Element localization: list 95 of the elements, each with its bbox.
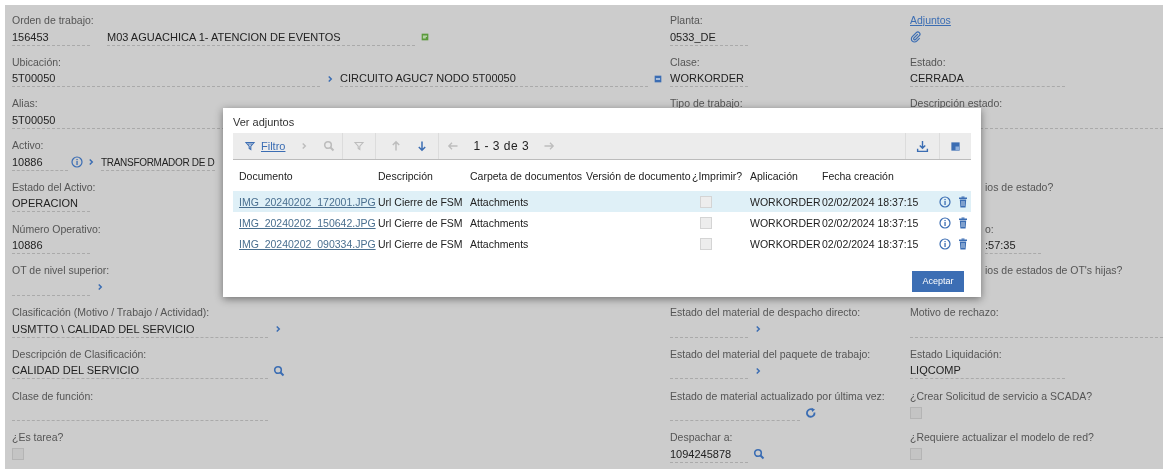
checkbox[interactable]: [910, 406, 922, 419]
field-label: Estado del material del paquete de trabajo:: [670, 346, 871, 361]
table-cell: Attachments: [470, 238, 529, 251]
checkbox[interactable]: [12, 448, 24, 461]
table-cell: Attachments: [470, 195, 529, 208]
document-icon[interactable]: [420, 32, 430, 42]
input-field[interactable]: 10886: [12, 153, 68, 171]
input-field[interactable]: 10886: [12, 237, 90, 255]
field-label: Clase de función:: [12, 388, 94, 403]
checkbox[interactable]: [700, 195, 712, 208]
field-label: ¿Es tarea?: [12, 430, 64, 445]
field-label: Despachar a:: [670, 430, 733, 445]
field-label: Estado Liquidación:: [910, 346, 1002, 361]
field-label: Motivo de rechazo:: [910, 305, 999, 320]
checkbox[interactable]: [700, 238, 712, 251]
trash-icon[interactable]: [957, 238, 969, 251]
field-label: Descripción estado:: [910, 96, 1003, 111]
column-header[interactable]: Documento: [239, 169, 293, 182]
description-field[interactable]: CIRCUITO AGUC7 NODO 5T00050: [340, 70, 648, 88]
description-field[interactable]: TRANSFORMADOR DE D: [101, 153, 215, 171]
table-cell: WORKORDER: [750, 195, 821, 208]
table-row[interactable]: IMG_20240202_172001.JPG Url Cierre de FSM Attachments WORKORDER02/02/2024 18:37:15: [233, 191, 971, 213]
column-header[interactable]: Aplicación: [750, 169, 798, 182]
arrow-down-icon[interactable]: [416, 140, 429, 152]
table-cell: Url Cierre de FSM: [378, 195, 463, 208]
input-field[interactable]: CERRADA: [910, 70, 1065, 88]
field-label: ¿Requiere actualizar el modelo de red?: [910, 430, 1094, 445]
window-icon[interactable]: [653, 73, 663, 84]
checkbox[interactable]: [910, 448, 922, 461]
document-link[interactable]: IMG_20240202_090334.JPG: [239, 238, 376, 251]
input-field[interactable]: USMTTO \ CALIDAD DEL SERVICIO: [12, 320, 268, 338]
input-field[interactable]: 1094245878: [670, 445, 748, 463]
field-label: Tipo de trabajo:: [670, 96, 743, 111]
field-label: o:: [985, 221, 994, 236]
input-field[interactable]: 156453: [12, 28, 90, 46]
column-header[interactable]: Versión de documento: [586, 169, 691, 182]
field-label: Descripción de Clasificación:: [12, 346, 147, 361]
field-label: Estado del Activo:: [12, 179, 96, 194]
table-row[interactable]: IMG_20240202_150642.JPG Url Cierre de FSM Attachments WORKORDER02/02/2024 18:37:15: [233, 212, 971, 234]
info-icon[interactable]: [939, 216, 951, 229]
column-header[interactable]: ¿Imprimir?: [692, 169, 743, 182]
info-icon[interactable]: [71, 156, 83, 169]
field-label: Estado del material de despacho directo:: [670, 305, 861, 320]
field-label: Planta:: [670, 13, 703, 27]
input-field[interactable]: WORKORDER: [670, 70, 748, 88]
filter-icon[interactable]: [244, 140, 256, 152]
table-cell: 02/02/2024 18:37:15: [822, 216, 919, 229]
search-icon[interactable]: [753, 448, 765, 461]
refresh-icon[interactable]: [805, 406, 817, 419]
field-label: ios de estados de OT's hijas?: [985, 263, 1123, 278]
table-cell: Url Cierre de FSM: [378, 216, 463, 229]
info-icon[interactable]: [939, 195, 951, 208]
table-cell: WORKORDER: [750, 216, 821, 229]
checkbox[interactable]: [700, 216, 712, 229]
field-label: ios de estado?: [985, 179, 1054, 194]
input-field[interactable]: 5T00050: [12, 70, 320, 88]
description-field[interactable]: M03 AGUACHICA 1- ATENCION DE EVENTOS: [107, 28, 415, 46]
page-counter: 1 - 3 de 3: [473, 139, 530, 153]
field-label: Estado:: [910, 54, 946, 69]
window-icon[interactable]: [950, 140, 961, 152]
input-field[interactable]: CALIDAD DEL SERVICIO: [12, 362, 268, 380]
field-label: Número Operativo:: [12, 221, 101, 236]
input-field[interactable]: :57:35: [985, 237, 1041, 255]
info-icon[interactable]: [939, 238, 951, 251]
table-cell: Attachments: [470, 216, 529, 229]
table-cell: Url Cierre de FSM: [378, 238, 463, 251]
field-label: Clasificación (Motivo / Trabajo / Actividad):: [12, 305, 210, 320]
input-field[interactable]: 0533_DE: [670, 28, 748, 46]
column-header[interactable]: Carpeta de documentos: [470, 169, 583, 182]
field-label: OT de nivel superior:: [12, 263, 110, 278]
field-label: ¿Crear Solicitud de servicio a SCADA?: [910, 388, 1093, 403]
download-icon[interactable]: [916, 139, 929, 153]
accept-button[interactable]: Aceptar: [912, 270, 964, 292]
paperclip-icon[interactable]: [910, 31, 922, 43]
field-label: Clase:: [670, 54, 700, 69]
dialog-title: Ver adjuntos: [233, 115, 295, 130]
table-row[interactable]: IMG_20240202_090334.JPG Url Cierre de FSM Attachments WORKORDER02/02/2024 18:37:15: [233, 233, 971, 255]
field-label: Ubicación:: [12, 54, 62, 69]
document-link[interactable]: IMG_20240202_172001.JPG: [239, 195, 376, 208]
input-field[interactable]: LIQCOMP: [910, 362, 1065, 380]
field-label: Orden de trabajo:: [12, 13, 94, 27]
filter-link[interactable]: Filtro: [261, 140, 286, 152]
trash-icon[interactable]: [957, 195, 969, 208]
field-label: Alias:: [12, 96, 38, 111]
table-cell: 02/02/2024 18:37:15: [822, 238, 919, 251]
table-cell: WORKORDER: [750, 238, 821, 251]
table-cell: 02/02/2024 18:37:15: [822, 195, 919, 208]
trash-icon[interactable]: [957, 216, 969, 229]
input-field[interactable]: OPERACION: [12, 195, 90, 213]
column-header[interactable]: Fecha creación: [822, 169, 894, 182]
search-icon[interactable]: [273, 364, 285, 377]
field-label: Activo:: [12, 138, 44, 153]
field-label: Estado de material actualizado por última vez:: [670, 388, 885, 403]
document-link[interactable]: IMG_20240202_150642.JPG: [239, 216, 376, 229]
column-header[interactable]: Descripción: [378, 169, 433, 182]
